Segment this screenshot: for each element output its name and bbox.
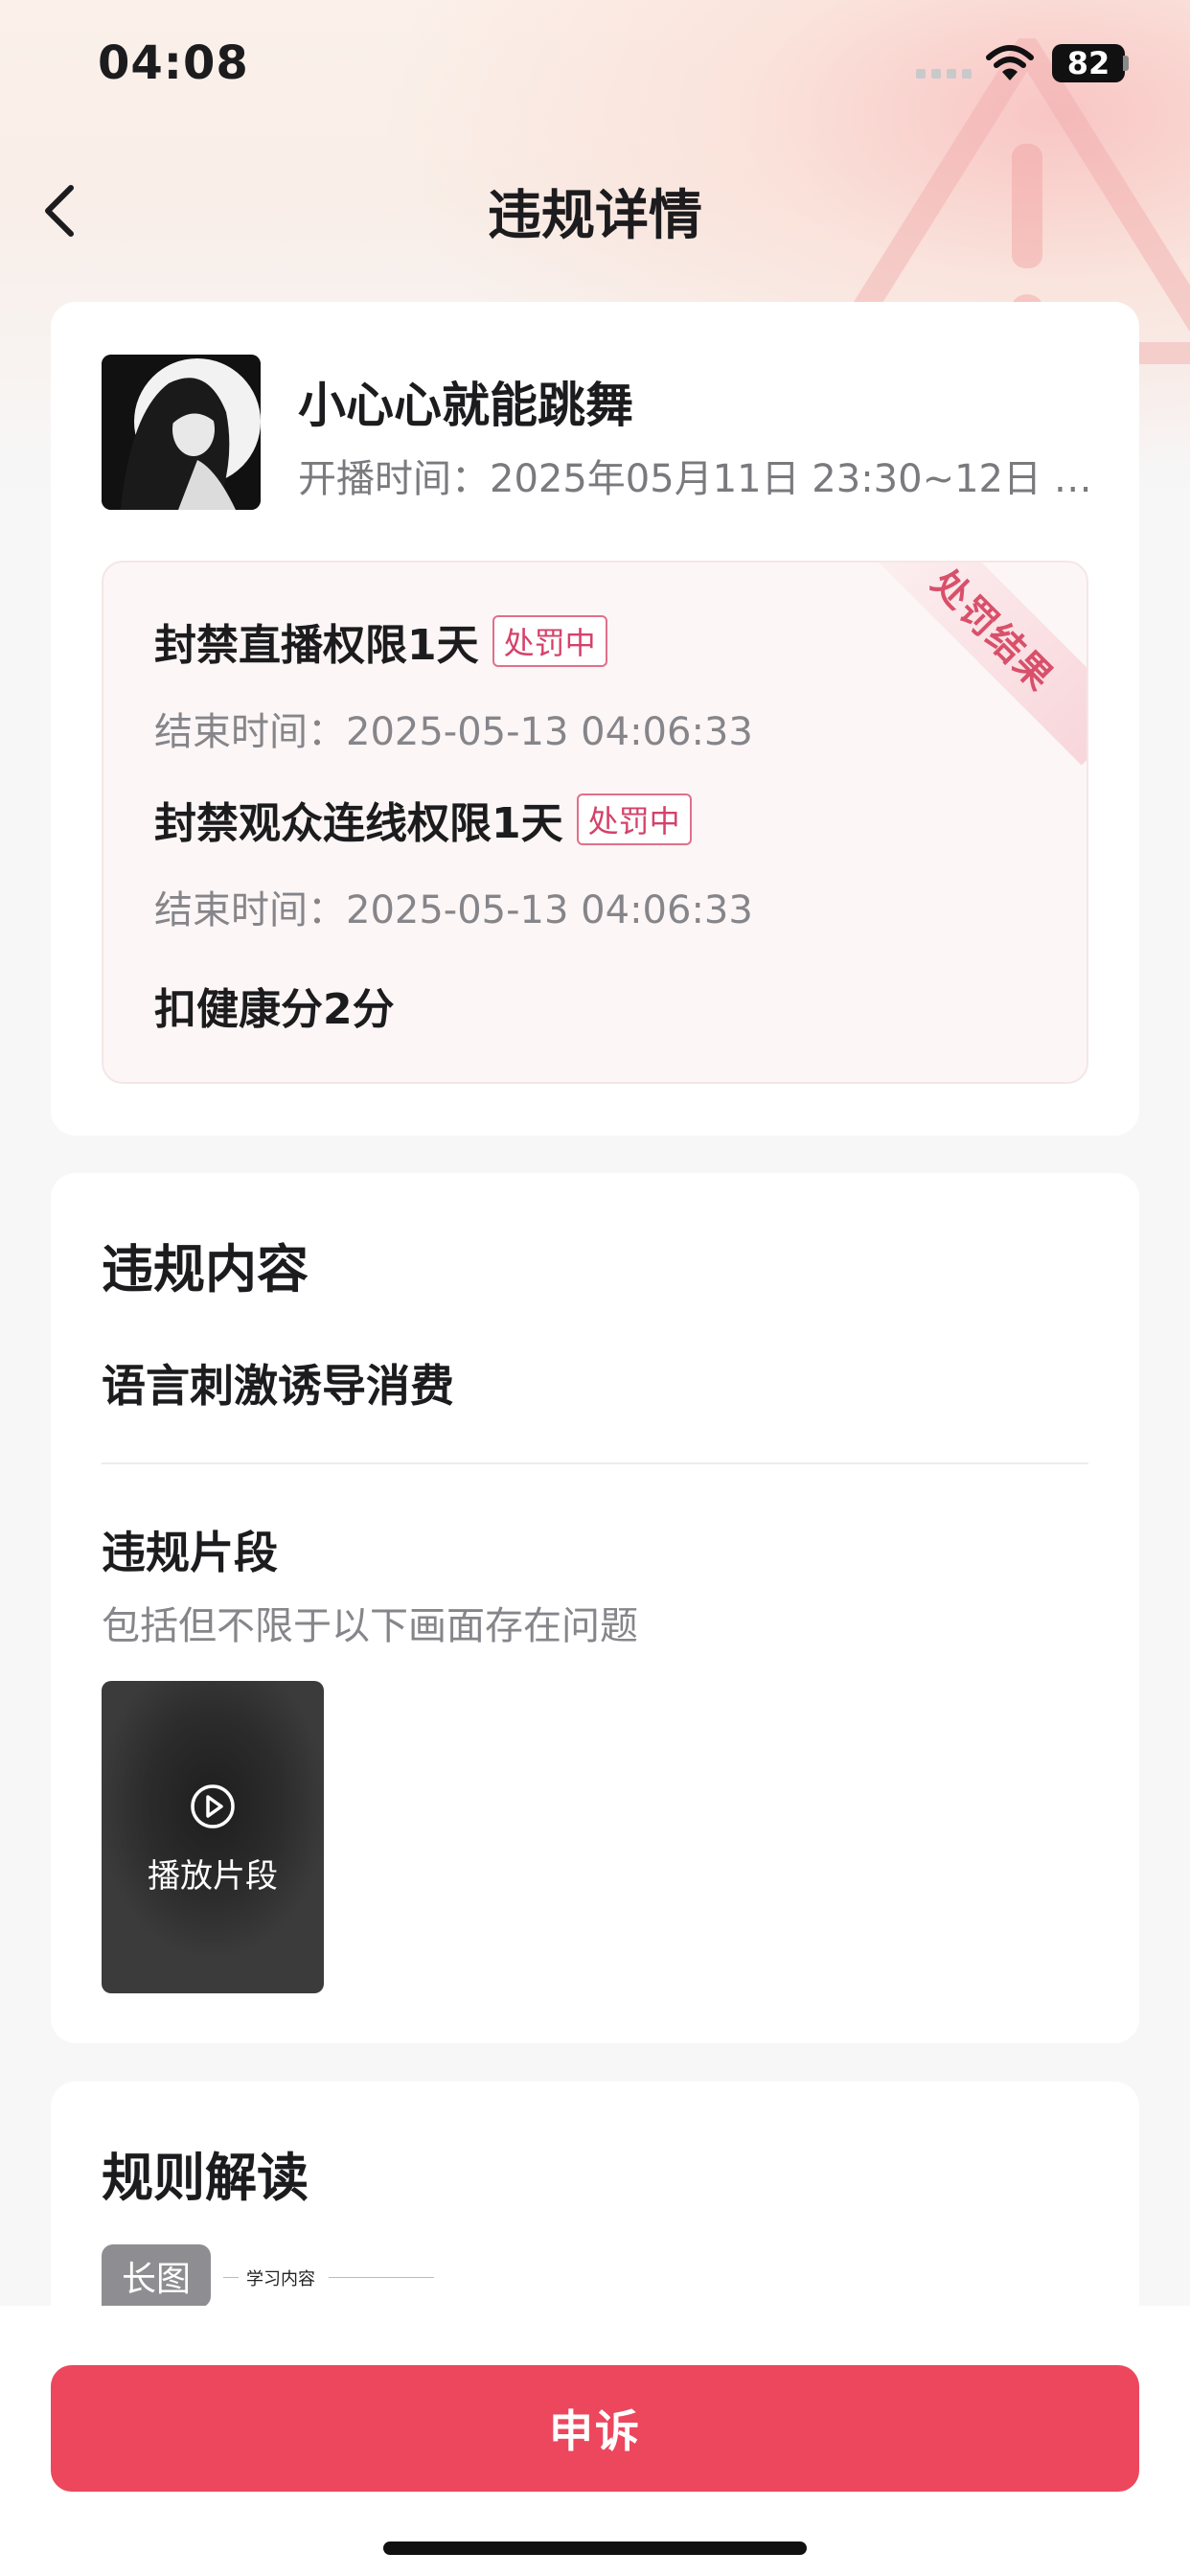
appeal-button[interactable]: 申诉 [51,2365,1139,2492]
penalty-end-time: 结束时间：2025-05-13 04:06:33 [154,710,753,754]
rules-title: 规则解读 [102,2148,309,2208]
play-icon [191,1784,235,1828]
violation-clip-title: 违规片段 [102,1527,278,1578]
status-time: 04:08 [98,36,249,90]
decorative-line [329,2277,434,2278]
penalty-card: 小心心就能跳舞 开播时间：2025年05月11日 23:30~12日 04:..… [51,302,1139,1136]
health-score-deduction: 扣健康分2分 [154,975,395,1036]
home-indicator [383,2542,807,2555]
bottom-action-area: 申诉 [0,2306,1190,2576]
divider [102,1462,1088,1464]
learn-content-text: 学习内容 [246,2269,315,2289]
penalty-item: 封禁观众连线权限1天 处罚中 结束时间：2025-05-13 04:06:33 [154,789,753,934]
cellular-signal-icon [916,69,972,79]
violation-clip-desc: 包括但不限于以下画面存在问题 [102,1604,638,1648]
penalty-result-ribbon: 处罚结果 [858,563,1087,766]
long-image-tag[interactable]: 长图 [102,2244,211,2308]
decorative-line [223,2277,239,2278]
battery-indicator: 82 [1052,44,1125,82]
penalty-title: 封禁观众连线权限1天 [154,799,563,848]
wifi-icon [986,45,1034,80]
status-bar: 04:08 82 [0,0,1190,125]
streamer-name: 小心心就能跳舞 [298,378,633,433]
status-badge: 处罚中 [576,794,692,845]
violation-content-title: 违规内容 [102,1239,309,1300]
penalty-item: 封禁直播权限1天 处罚中 结束时间：2025-05-13 04:06:33 [154,610,753,756]
penalty-end-time: 结束时间：2025-05-13 04:06:33 [154,888,753,932]
penalty-result-box: 处罚结果 封禁直播权限1天 处罚中 结束时间：2025-05-13 04:06:… [102,561,1088,1084]
play-clip-thumbnail[interactable]: 播放片段 [102,1681,324,1993]
violation-content-text: 语言刺激诱导消费 [102,1360,454,1412]
play-clip-label: 播放片段 [148,1857,278,1896]
battery-tip [1123,56,1129,71]
penalty-title: 封禁直播权限1天 [154,621,479,670]
avatar[interactable] [102,355,261,510]
stream-time: 开播时间：2025年05月11日 23:30~12日 04:... [298,457,1103,501]
violation-card: 违规内容 语言刺激诱导消费 违规片段 包括但不限于以下画面存在问题 播放片段 [51,1173,1139,2043]
health-score-text: 扣健康分2分 [154,985,395,1034]
navigation-bar: 违规详情 [0,163,1190,259]
page-title: 违规详情 [488,185,702,247]
status-badge: 处罚中 [492,615,607,667]
avatar-illustration [102,355,261,510]
